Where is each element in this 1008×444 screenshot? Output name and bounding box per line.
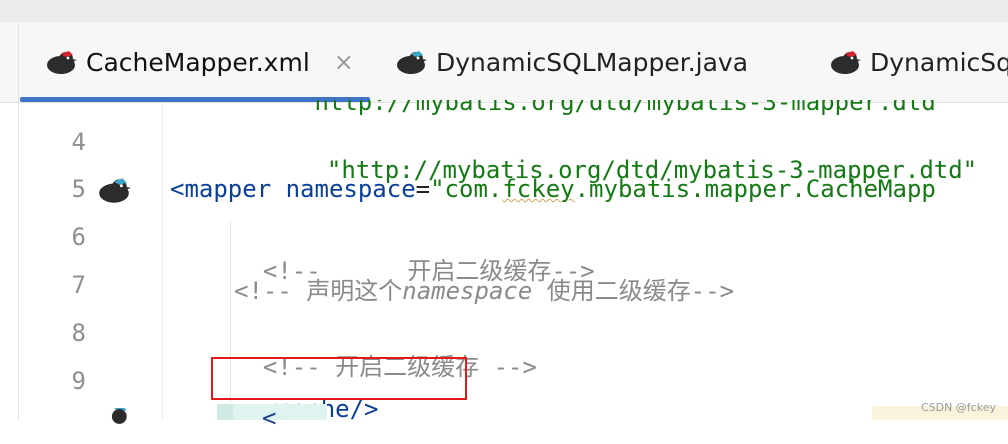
line-number: 6 <box>71 223 86 251</box>
tab-label: DynamicSQLMapper.java <box>436 47 749 77</box>
mybatis-bird-icon[interactable] <box>96 408 132 444</box>
line-number: 9 <box>71 367 86 395</box>
comment-text: 使用二级缓存--> <box>532 277 735 305</box>
code-line-5: <mapper namespace="com.fckey.mybatis.map… <box>170 175 936 203</box>
line-number: 4 <box>71 128 86 156</box>
window-top-strip <box>0 0 1008 23</box>
comment-italic-word: namespace <box>402 277 533 305</box>
mybatis-bird-icon <box>47 51 77 74</box>
mybatis-bird-icon[interactable] <box>96 172 132 208</box>
line-number: 5 <box>71 175 86 203</box>
attr-namespace: namespace <box>271 175 416 203</box>
close-icon[interactable]: × <box>334 48 354 76</box>
code-line-7: <!-- 声明这个namespace 使用二级缓存--> <box>234 271 734 306</box>
tab-cachemapper-xml[interactable]: CacheMapper.xml × <box>44 22 354 102</box>
mybatis-bird-icon <box>397 51 427 74</box>
mybatis-bird-icon <box>831 51 861 74</box>
namespace-value-end: .mybatis.mapper.CacheMapp <box>574 175 936 203</box>
equals-sign: = <box>415 175 431 203</box>
code-line-partial-bottom: < <box>262 404 277 432</box>
tab-dynamicsqlmapper-java[interactable]: DynamicSQLMapper.java <box>394 22 748 102</box>
highlight-box <box>211 357 467 400</box>
namespace-value-start: "com. <box>430 175 503 203</box>
namespace-value-typo: fckey <box>502 175 575 203</box>
gutter-divider <box>162 103 163 420</box>
selection-highlight <box>233 404 327 420</box>
tab-dynamicsql[interactable]: DynamicSql <box>828 22 1008 102</box>
line-number: 8 <box>71 319 86 347</box>
tab-label: CacheMapper.xml <box>86 47 310 77</box>
comment-text: <!-- 声明这个 <box>234 277 403 305</box>
selection-highlight <box>217 404 233 420</box>
tab-label: DynamicSql <box>870 47 1008 77</box>
tag-mapper: <mapper <box>170 175 272 203</box>
line-number: 7 <box>71 271 86 299</box>
watermark: CSDN @fckey <box>920 401 996 414</box>
